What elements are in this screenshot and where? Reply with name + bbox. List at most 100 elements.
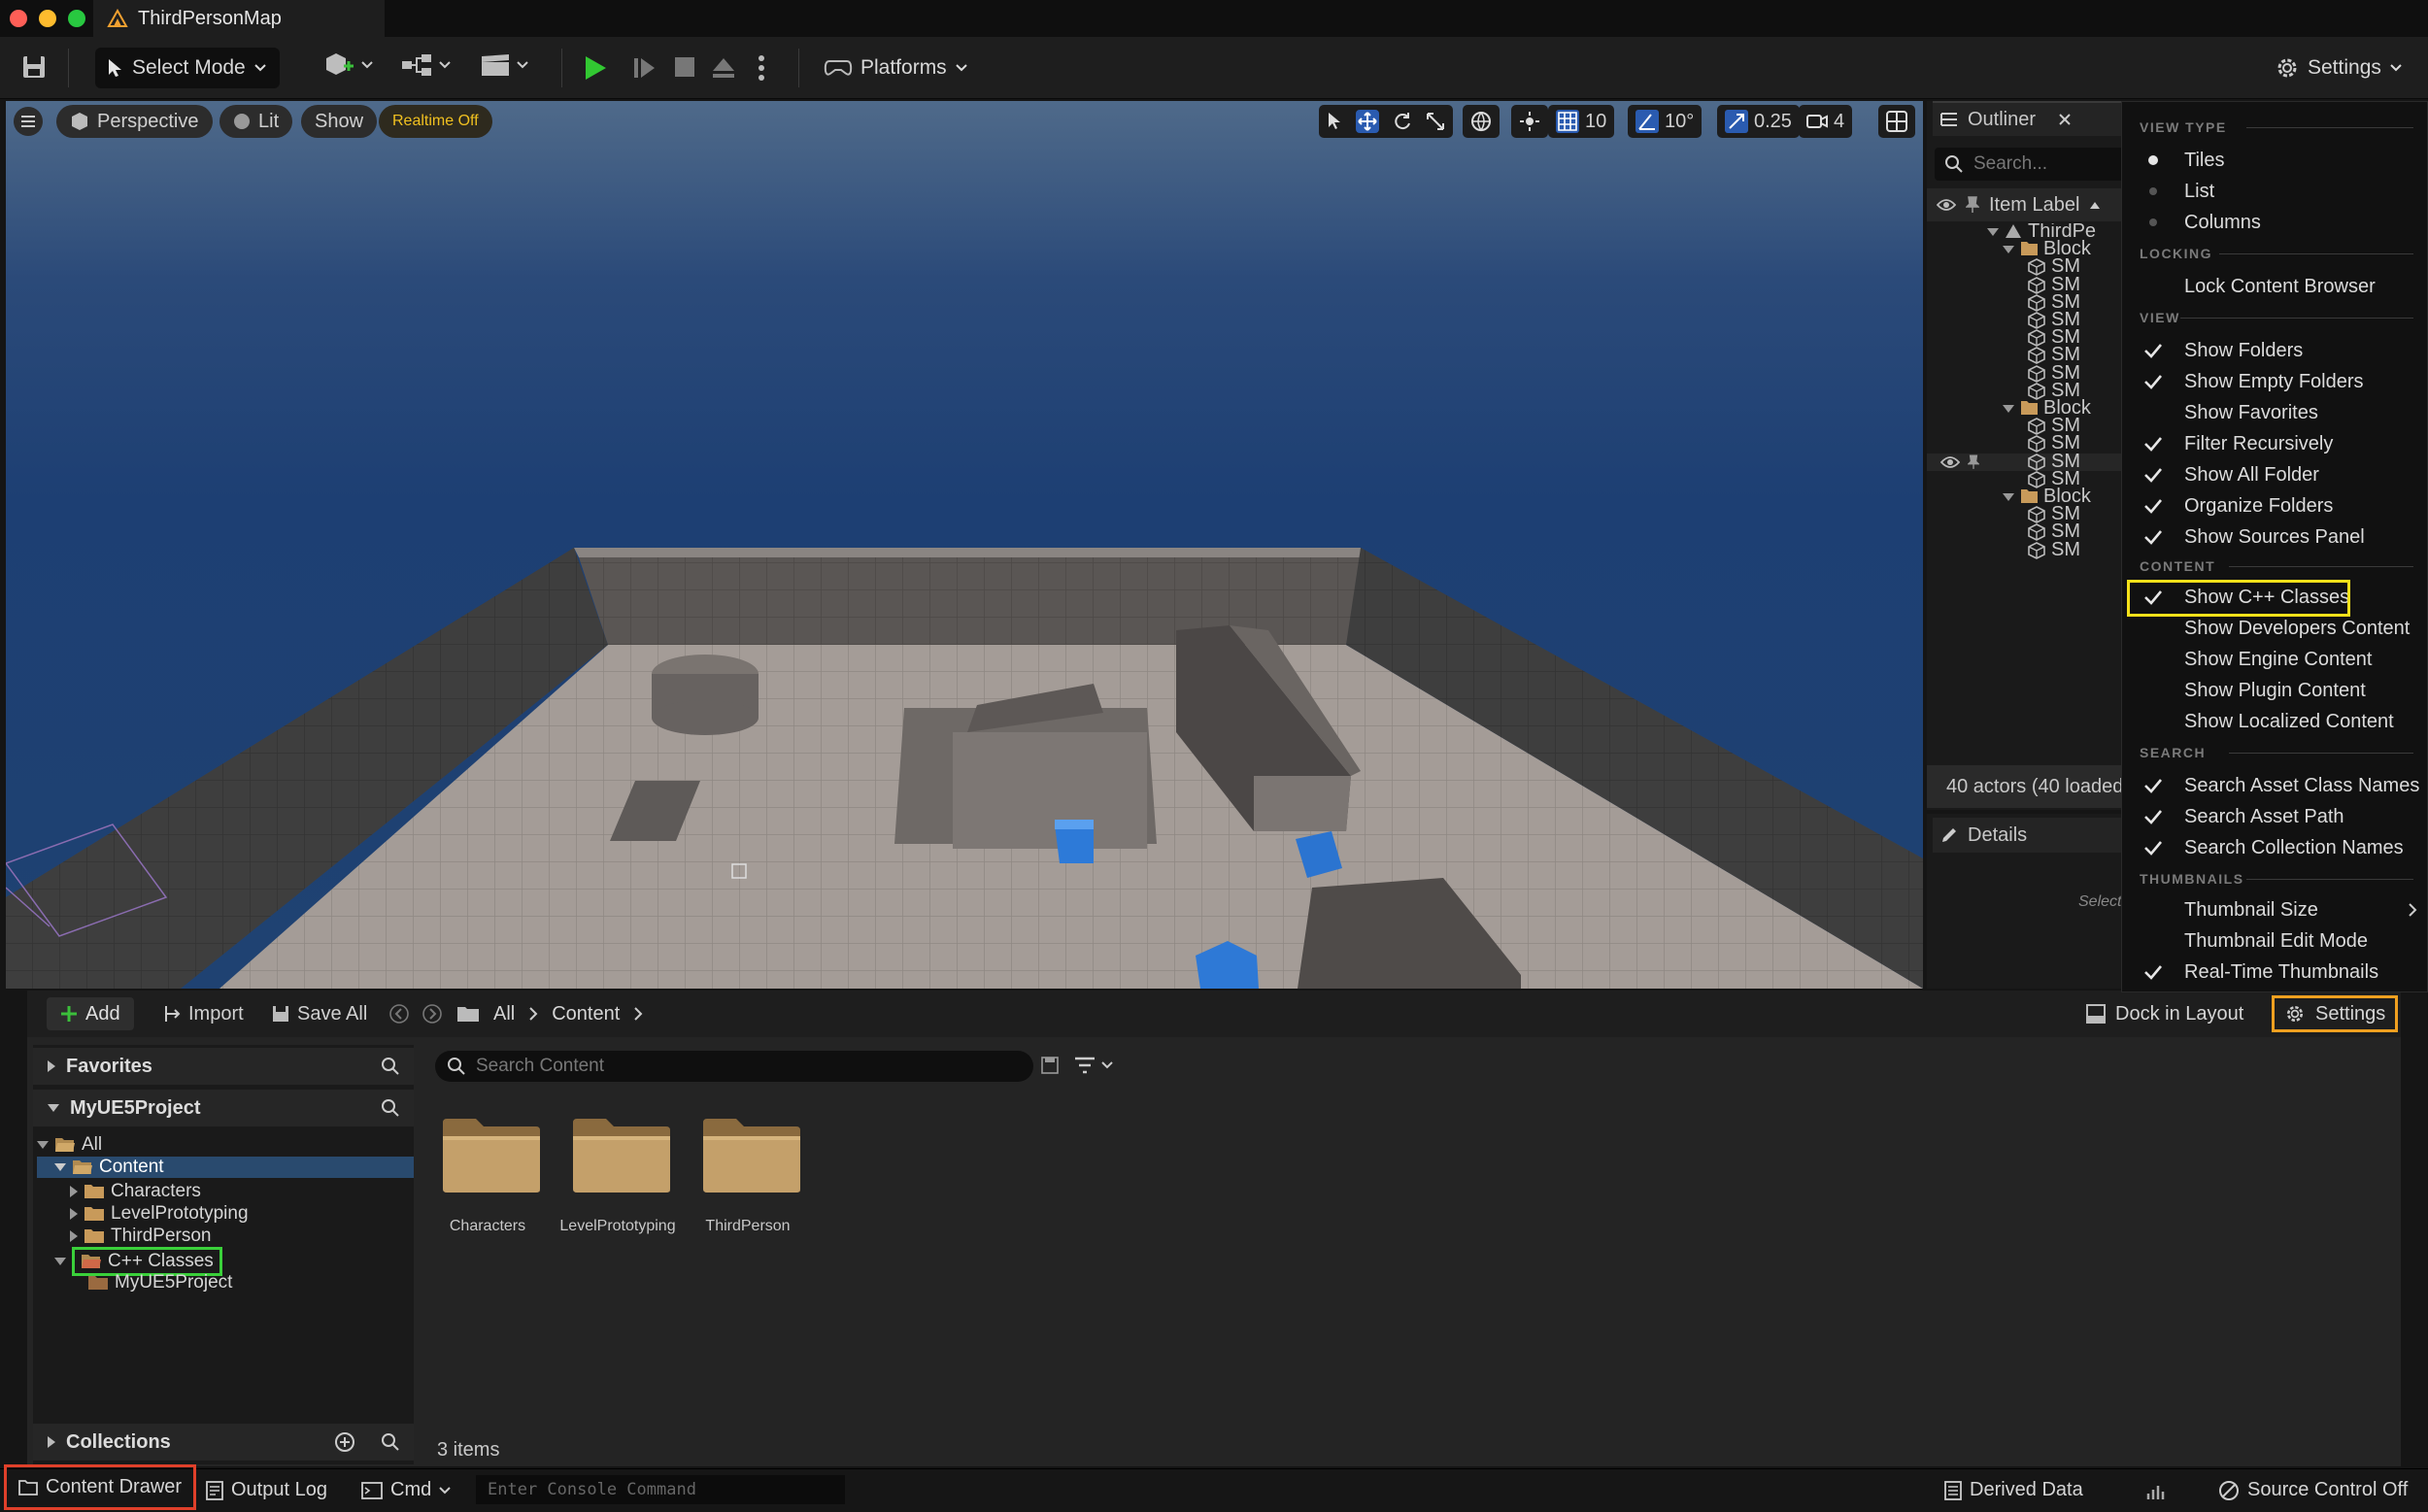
grid-snap-button[interactable]: 10 (1548, 105, 1615, 138)
add-collection-icon[interactable] (334, 1431, 355, 1453)
toolbar-settings-button[interactable]: Settings (2263, 48, 2414, 88)
minimize-window-button[interactable] (39, 10, 56, 27)
more-options-icon[interactable] (758, 54, 765, 82)
search-icon[interactable] (381, 1432, 400, 1452)
translate-tool-icon[interactable] (1356, 110, 1379, 133)
save-search-icon[interactable] (1041, 1057, 1059, 1074)
favorites-header[interactable]: Favorites (33, 1048, 414, 1085)
scale-tool-icon[interactable] (1426, 112, 1445, 131)
back-arrow-icon[interactable] (388, 1003, 410, 1025)
outliner-row[interactable]: SM (1927, 451, 2127, 472)
add-button[interactable]: Add (47, 997, 134, 1030)
outliner-row[interactable]: SM (1927, 380, 2127, 401)
hamburger-menu-icon[interactable] (14, 107, 43, 136)
select-mode-dropdown[interactable]: Select Mode (95, 48, 280, 88)
menu-item-thumbnail-edit-mode[interactable]: Thumbnail Edit Mode (2122, 925, 2427, 957)
collections-header[interactable]: Collections (33, 1424, 414, 1461)
rotate-snap-button[interactable]: 10° (1628, 105, 1703, 138)
outliner-row[interactable]: SM (1927, 309, 2127, 330)
save-icon[interactable] (21, 54, 47, 80)
details-tab[interactable]: Details (1933, 818, 2127, 853)
search-icon[interactable] (381, 1098, 400, 1118)
content-search-input[interactable]: Search Content (435, 1051, 1033, 1082)
stop-icon[interactable] (674, 56, 695, 78)
platforms-dropdown[interactable]: Platforms (812, 48, 980, 88)
menu-item-thumbnail-size[interactable]: Thumbnail Size (2122, 894, 2427, 925)
lit-button[interactable]: Lit (219, 105, 293, 138)
eject-icon[interactable] (711, 56, 736, 80)
search-icon[interactable] (381, 1057, 400, 1076)
menu-item-organize-folders[interactable]: Organize Folders (2122, 490, 2427, 521)
folder-tile[interactable]: Characters (439, 1111, 556, 1247)
outliner-row[interactable]: SM (1927, 503, 2127, 524)
surface-snap-icon[interactable] (1511, 105, 1548, 138)
perspective-button[interactable]: Perspective (56, 105, 213, 138)
menu-item-show-localized-content[interactable]: Show Localized Content (2122, 706, 2427, 737)
outliner-row[interactable]: Block (1927, 397, 2127, 419)
tree-item-content[interactable]: Content (37, 1157, 414, 1178)
content-browser-settings-button[interactable]: Settings (2272, 995, 2398, 1032)
chevron-right-icon[interactable] (633, 1007, 643, 1021)
source-control-button[interactable]: Source Control Off (2218, 1468, 2408, 1512)
show-button[interactable]: Show (301, 105, 378, 138)
outliner-row[interactable]: SM (1927, 362, 2127, 384)
view-type-tiles[interactable]: Tiles (2122, 145, 2427, 176)
viewport-layout-icon[interactable] (1878, 105, 1915, 138)
outliner-row[interactable]: SM (1927, 539, 2127, 560)
tree-item-level-prototyping[interactable]: LevelPrototyping (70, 1203, 249, 1225)
view-type-list[interactable]: List (2122, 176, 2427, 207)
map-tab[interactable]: ThirdPersonMap (93, 0, 385, 37)
save-all-button[interactable]: Save All (272, 997, 367, 1030)
outliner-row[interactable]: Block (1927, 238, 2127, 259)
outliner-row[interactable]: SM (1927, 521, 2127, 542)
world-local-icon[interactable] (1463, 105, 1500, 138)
derived-data-button[interactable]: Derived Data (1944, 1468, 2083, 1512)
cmd-dropdown[interactable]: Cmd (361, 1468, 451, 1512)
outliner-row[interactable]: Block (1927, 486, 2127, 507)
project-header[interactable]: MyUE5Project (33, 1090, 414, 1126)
eye-icon[interactable] (1937, 198, 1956, 212)
tree-item-third-person[interactable]: ThirdPerson (70, 1226, 212, 1247)
blueprint-dropdown[interactable] (400, 50, 451, 80)
play-icon[interactable] (583, 54, 608, 82)
outliner-search[interactable]: Search... (1935, 148, 2129, 181)
outliner-row[interactable]: SM (1927, 255, 2127, 277)
tree-item-my-project[interactable]: MyUE5Project (87, 1272, 232, 1294)
menu-item-search-collection-names[interactable]: Search Collection Names (2122, 832, 2427, 863)
menu-item-show-developers-content[interactable]: Show Developers Content (2122, 613, 2427, 644)
folder-tile[interactable]: ThirdPerson (699, 1111, 816, 1247)
forward-arrow-icon[interactable] (422, 1003, 443, 1025)
camera-speed-button[interactable]: 4 (1799, 105, 1853, 138)
outliner-tab[interactable]: Outliner (1933, 101, 2127, 136)
menu-item-show-c-classes[interactable]: Show C++ Classes (2122, 580, 2427, 617)
outliner-row[interactable]: SM (1927, 432, 2127, 454)
zoom-window-button[interactable] (68, 10, 85, 27)
breadcrumb-all[interactable]: All (493, 1003, 515, 1025)
rotate-tool-icon[interactable] (1393, 112, 1412, 131)
close-window-button[interactable] (10, 10, 27, 27)
view-type-columns[interactable]: Columns (2122, 207, 2427, 238)
outliner-row[interactable]: SM (1927, 415, 2127, 436)
folder-tile[interactable]: LevelPrototyping (559, 1111, 686, 1247)
menu-item-show-favorites[interactable]: Show Favorites (2122, 397, 2427, 428)
add-actor-dropdown[interactable] (322, 50, 373, 80)
menu-item-filter-recursively[interactable]: Filter Recursively (2122, 428, 2427, 459)
frame-advance-icon[interactable] (633, 56, 657, 80)
close-icon[interactable] (2059, 114, 2071, 125)
dock-in-layout-button[interactable]: Dock in Layout (2086, 997, 2243, 1030)
resize-grip-icon[interactable] (2144, 1480, 2168, 1503)
menu-item-show-all-folder[interactable]: Show All Folder (2122, 459, 2427, 490)
outliner-row[interactable]: SM (1927, 326, 2127, 348)
menu-item-show-empty-folders[interactable]: Show Empty Folders (2122, 366, 2427, 397)
eye-icon[interactable] (1940, 455, 1960, 469)
select-tool-icon[interactable] (1327, 112, 1342, 131)
pin-icon[interactable] (1966, 196, 1979, 214)
tree-item-all[interactable]: All (37, 1134, 102, 1156)
breadcrumb-content[interactable]: Content (552, 1003, 620, 1025)
content-drawer-button[interactable]: Content Drawer (4, 1464, 197, 1510)
item-label-column-header[interactable]: Item Label (1989, 194, 2079, 217)
filter-dropdown[interactable] (1074, 1057, 1113, 1074)
menu-item-show-engine-content[interactable]: Show Engine Content (2122, 644, 2427, 675)
output-log-button[interactable]: Output Log (206, 1468, 327, 1512)
console-command-input[interactable]: Enter Console Command (476, 1475, 845, 1504)
